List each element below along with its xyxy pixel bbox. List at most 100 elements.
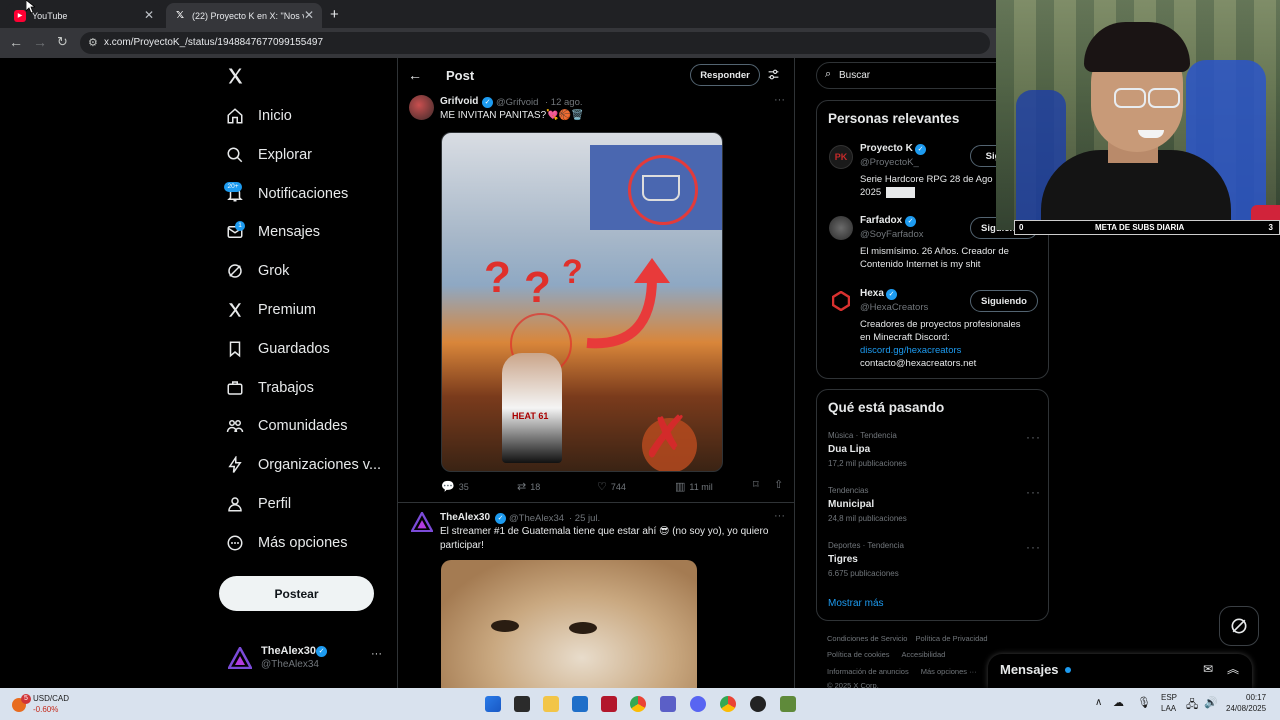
smile — [1138, 130, 1164, 138]
card-title: Qué está pasando — [828, 400, 945, 415]
clock-time[interactable]: 00:17 — [1246, 693, 1266, 702]
search-icon: ⌕ — [825, 68, 832, 80]
more-icon[interactable]: ··· — [774, 94, 785, 106]
chrome-profile-icon[interactable] — [720, 696, 736, 712]
ticker-change: -0.60% — [33, 705, 59, 714]
nav-jobs[interactable]: Trabajos — [226, 376, 314, 400]
nav-organizations[interactable]: Organizaciones v... — [226, 453, 381, 477]
nav-more-options[interactable]: Más opciones — [226, 531, 347, 555]
site-settings-icon[interactable]: ⚙ — [88, 36, 98, 49]
footer-link[interactable]: Accesibilidad — [902, 650, 946, 659]
trend-item[interactable]: Tendencias Municipal 24,8 mil publicacio… — [817, 483, 1048, 533]
task-view-icon[interactable] — [514, 696, 530, 712]
grok-floating-button[interactable] — [1219, 606, 1259, 646]
trend-count: 24,8 mil publicaciones — [828, 514, 907, 523]
avatar — [409, 95, 434, 120]
network-icon[interactable]: 🖧 — [1186, 696, 1198, 715]
person-handle[interactable]: @HexaCreators — [860, 302, 928, 313]
sliders-icon[interactable] — [767, 68, 780, 81]
forward-icon[interactable]: → — [33, 34, 47, 50]
minecraft-icon[interactable] — [780, 696, 796, 712]
chrome-icon[interactable] — [630, 696, 646, 712]
x-logo-icon[interactable] — [226, 67, 245, 85]
bookmark-icon[interactable]: ⌑ — [753, 478, 759, 491]
repost-action[interactable]: ⇄ 18 — [517, 480, 540, 493]
discord-icon[interactable] — [690, 696, 706, 712]
volume-icon[interactable]: 🔊 — [1204, 696, 1218, 709]
tweet-image[interactable] — [441, 560, 697, 688]
person-name[interactable]: Hexa — [860, 288, 884, 299]
person-name[interactable]: Proyecto K — [860, 143, 913, 154]
windows-start-icon[interactable] — [485, 696, 501, 712]
show-more-link[interactable]: Mostrar más — [828, 598, 884, 609]
antivirus-icon[interactable] — [601, 696, 617, 712]
share-icon[interactable]: ⇧ — [774, 478, 783, 491]
footer-link[interactable]: Política de Privacidad — [915, 634, 987, 643]
trend-item[interactable]: Música · Tendencia Dua Lipa 17,2 mil pub… — [817, 428, 1048, 478]
person-bio: contacto@hexacreators.net — [860, 358, 977, 369]
language-code[interactable]: ESP — [1161, 693, 1177, 702]
close-tab-icon[interactable]: ✕ — [304, 8, 314, 22]
nav-notifications[interactable]: Notificaciones — [226, 182, 348, 206]
post-button[interactable]: Postear — [219, 576, 374, 611]
footer-link[interactable]: Política de cookies — [827, 650, 890, 659]
tweet-author-name[interactable]: Grifvoid — [440, 96, 478, 107]
file-explorer-icon[interactable] — [543, 696, 559, 712]
nav-communities[interactable]: Comunidades — [226, 414, 347, 438]
more-icon[interactable]: ··· — [1026, 485, 1041, 499]
tweet-author-handle[interactable]: @TheAlex34 — [509, 513, 564, 524]
new-message-icon[interactable]: ✉ — [1203, 662, 1213, 676]
trend-item[interactable]: Deportes · Tendencia Tigres 6.675 public… — [817, 538, 1048, 588]
clock-date[interactable]: 24/08/2025 — [1226, 704, 1266, 713]
keyboard-layout[interactable]: LAA — [1161, 704, 1176, 713]
chevron-up-icon[interactable]: ︽ — [1227, 660, 1239, 677]
messages-drawer[interactable]: Mensajes ✉ ︽ — [988, 654, 1252, 688]
nav-explore[interactable]: Explorar — [226, 143, 312, 167]
tray-chevron-icon[interactable]: ∧ — [1095, 697, 1102, 708]
tab-x-post[interactable]: 𝕏 (22) Proyecto K en X: "Nos vem ✕ — [166, 3, 322, 28]
back-icon[interactable]: ← — [9, 34, 23, 50]
more-icon[interactable]: ··· — [774, 510, 785, 522]
close-tab-icon[interactable]: ✕ — [144, 8, 154, 22]
tweet[interactable]: Grifvoid ✓ @Grifvoid · 12 ago. ··· ME IN… — [398, 88, 794, 503]
avatar — [228, 647, 252, 669]
more-icon[interactable]: ··· — [371, 648, 382, 660]
person-handle[interactable]: @SoyFarfadox — [860, 229, 924, 240]
person-bio-link[interactable]: discord.gg/hexacreators — [860, 344, 961, 357]
reply-action[interactable]: 💬 35 — [441, 480, 469, 493]
nav-grok[interactable]: Grok — [226, 259, 289, 283]
reload-icon[interactable]: ↻ — [57, 34, 68, 50]
tweet-date[interactable]: · 12 ago. — [545, 97, 583, 108]
back-arrow-icon[interactable]: ← — [408, 67, 422, 83]
tweet[interactable]: TheAlex30 ✓ @TheAlex34 · 25 jul. ··· El … — [398, 504, 794, 688]
cloud-icon[interactable]: ☁ — [1113, 696, 1124, 709]
url-field[interactable]: ⚙ x.com/ProyectoK_/status/19488476770991… — [80, 32, 990, 54]
reply-button[interactable]: Responder — [690, 64, 760, 86]
tweet-date[interactable]: · 25 jul. — [569, 513, 600, 524]
views-action[interactable]: ▥ 11 mil — [675, 480, 713, 493]
nav-premium[interactable]: Premium — [226, 298, 316, 322]
following-button[interactable]: Siguiendo — [970, 290, 1038, 312]
address-bar-row: ← → ↻ ⚙ x.com/ProyectoK_/status/19488476… — [0, 28, 1000, 58]
nav-profile[interactable]: Perfil — [226, 492, 291, 516]
person-name[interactable]: Farfadox — [860, 215, 902, 226]
more-icon[interactable]: ··· — [1026, 540, 1041, 554]
nav-home[interactable]: Inicio — [226, 104, 292, 128]
person-bio: en Minecraft Discord: — [860, 332, 950, 343]
person-handle[interactable]: @ProyectoK_ — [860, 157, 919, 168]
footer-link[interactable]: Más opciones ··· — [921, 667, 977, 676]
footer-link[interactable]: Condiciones de Servicio — [827, 634, 907, 643]
glasses — [1114, 88, 1146, 108]
more-icon[interactable]: ··· — [1026, 430, 1041, 444]
like-action[interactable]: ♡ 744 — [597, 480, 626, 493]
tweet-image[interactable]: ? ? ? HEAT 61 ✗ — [441, 132, 723, 472]
obs-icon[interactable] — [750, 696, 766, 712]
teams-icon[interactable] — [660, 696, 676, 712]
tweet-author-handle[interactable]: @Grifvoid — [496, 97, 538, 108]
microsoft-store-icon[interactable] — [572, 696, 588, 712]
nav-bookmarks[interactable]: Guardados — [226, 337, 330, 361]
tweet-author-name[interactable]: TheAlex30 — [440, 512, 490, 523]
new-tab-icon[interactable]: + — [330, 6, 339, 23]
microphone-icon[interactable]: 🎙 — [1137, 696, 1151, 709]
footer-link[interactable]: Información de anuncios — [827, 667, 909, 676]
